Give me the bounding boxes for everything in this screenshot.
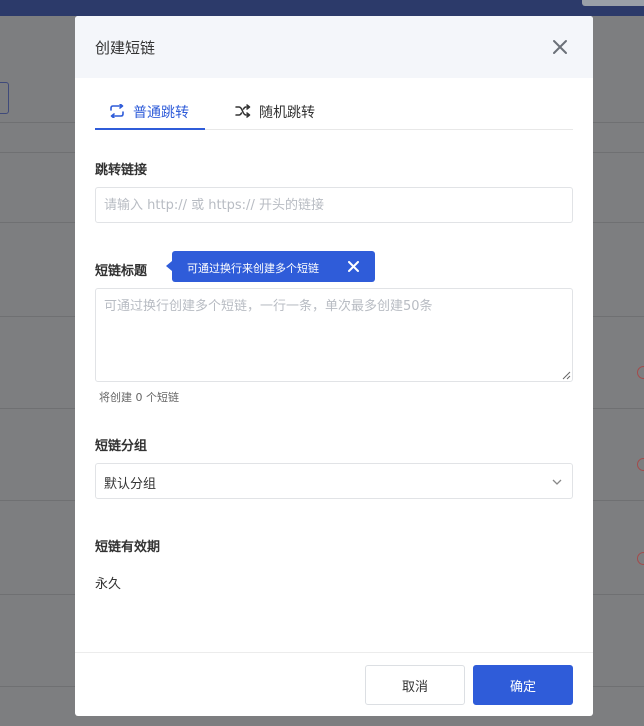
link-input[interactable]: [95, 187, 573, 223]
jump-type-tabs: 普通跳转 随机跳转: [95, 102, 573, 130]
background-top-bar: [0, 0, 644, 16]
expire-value: 永久: [95, 577, 122, 592]
title-textarea[interactable]: [95, 288, 573, 382]
footer-divider: [75, 652, 593, 653]
resize-handle-icon[interactable]: [561, 370, 571, 380]
chevron-down-icon: [552, 479, 562, 485]
tab-random-jump-label: 随机跳转: [259, 105, 315, 121]
repeat-icon: [110, 104, 124, 118]
warning-icon: [637, 552, 644, 565]
expire-field-label: 短链有效期: [95, 540, 161, 555]
create-short-link-dialog: 创建短链 普通跳转 随机跳转 跳转链接 短链标题 将创建 0 个短链 可通过换: [75, 16, 593, 716]
tooltip-arrow: [166, 261, 172, 271]
title-field-label: 短链标题: [95, 264, 148, 279]
tab-normal-jump-label: 普通跳转: [133, 105, 189, 121]
dialog-header: 创建短链: [75, 16, 593, 78]
cancel-button[interactable]: 取消: [365, 665, 465, 705]
link-field-label: 跳转链接: [95, 163, 148, 178]
dialog-title: 创建短链: [95, 39, 156, 57]
warning-icon: [637, 366, 644, 379]
multi-line-tooltip: 可通过换行来创建多个短链: [166, 251, 375, 282]
created-count-hint: 将创建 0 个短链: [99, 391, 179, 404]
shuffle-icon: [235, 104, 251, 118]
warning-icon: [637, 458, 644, 471]
group-select[interactable]: 默认分组: [95, 463, 573, 499]
group-select-value: 默认分组: [104, 477, 157, 492]
confirm-button[interactable]: 确定: [473, 665, 573, 705]
tab-normal-jump[interactable]: 普通跳转: [95, 102, 205, 130]
close-icon[interactable]: [551, 38, 569, 56]
group-field-label: 短链分组: [95, 439, 148, 454]
background-button: [0, 82, 9, 114]
tooltip-text: 可通过换行来创建多个短链: [187, 262, 319, 275]
tab-random-jump[interactable]: 随机跳转: [235, 102, 315, 130]
background-top-chip: [582, 0, 644, 6]
tooltip-close-icon[interactable]: [348, 261, 359, 272]
